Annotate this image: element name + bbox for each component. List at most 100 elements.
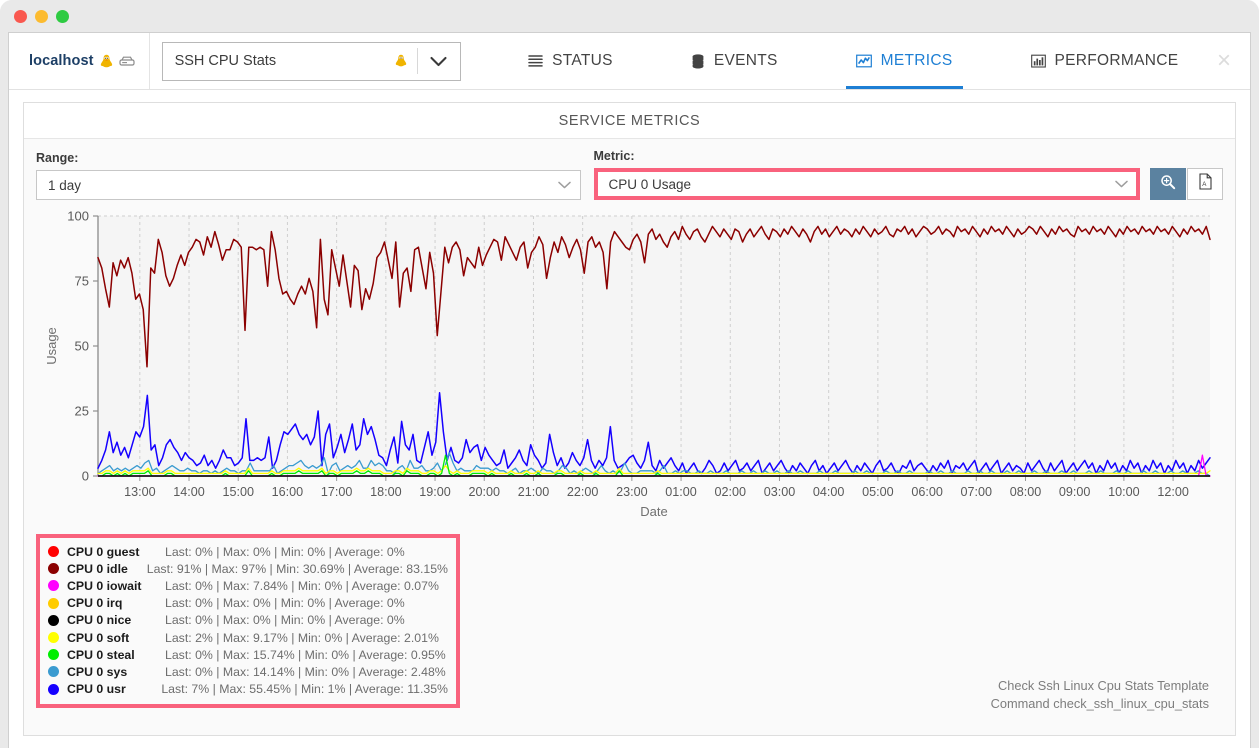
panel-body: Range: 1 day Metric: CPU 0 Usage A 13:00… [24, 139, 1235, 735]
app-header: localhost SSH CPU Stats STATUS EVENTS ME… [9, 33, 1250, 90]
window-maximize-dot[interactable] [56, 9, 69, 23]
y-tick-label: 50 [75, 339, 89, 354]
chart-action-buttons: A [1150, 168, 1223, 200]
tab-events[interactable]: EVENTS [681, 33, 788, 89]
metric-label: Metric: [593, 149, 635, 163]
chevron-down-icon[interactable] [418, 56, 460, 67]
x-tick-label: 15:00 [222, 485, 254, 499]
legend-color-swatch [48, 666, 59, 678]
y-tick-label: 0 [82, 469, 89, 484]
database-icon [691, 53, 705, 69]
x-tick-label: 19:00 [419, 485, 451, 499]
window-minimize-dot[interactable] [35, 9, 48, 23]
legend-series-stats: Last: 2% | Max: 9.17% | Min: 0% | Averag… [165, 630, 439, 645]
legend-series-name: CPU 0 sys [67, 664, 128, 679]
chart-legend: CPU 0 guest Last: 0% | Max: 0% | Min: 0% … [36, 534, 460, 708]
legend-item[interactable]: CPU 0 idle Last: 91% | Max: 97% | Min: 30… [48, 560, 448, 577]
x-tick-label: 17:00 [321, 485, 353, 499]
tab-metrics[interactable]: METRICS [845, 33, 963, 89]
range-control: Range: 1 day [36, 151, 581, 200]
footnote-template: Check Ssh Linux Cpu Stats Template [997, 677, 1209, 693]
metrics-chart[interactable]: 13:00 14:00 15:00 16:00 17:00 18:00 19:00 20:00… [36, 210, 1223, 530]
legend-series-stats: Last: 0% | Max: 14.14% | Min: 0% | Avera… [165, 664, 446, 679]
tux-linux-icon [395, 54, 417, 68]
host-block[interactable]: localhost [9, 33, 150, 89]
server-icon [118, 55, 135, 68]
legend-series-name: CPU 0 guest [67, 544, 140, 559]
metric-control: Metric: CPU 0 Usage [593, 149, 1140, 200]
tab-status-label: STATUS [552, 52, 613, 69]
window-close-dot[interactable] [14, 9, 27, 23]
y-tick-label: 25 [75, 404, 89, 419]
tab-metrics-label: METRICS [880, 52, 953, 69]
x-tick-label: 06:00 [911, 485, 943, 499]
tab-events-label: EVENTS [713, 52, 778, 69]
x-tick-label: 10:00 [1108, 485, 1140, 499]
range-label: Range: [36, 151, 79, 165]
tab-performance-label: PERFORMANCE [1054, 52, 1179, 69]
bar-chart-icon [1030, 54, 1046, 69]
metric-select[interactable]: CPU 0 Usage [593, 168, 1140, 200]
legend-series-stats: Last: 0% | Max: 7.84% | Min: 0% | Averag… [165, 578, 439, 593]
legend-item[interactable]: CPU 0 guest Last: 0% | Max: 0% | Min: 0% … [48, 543, 448, 560]
svg-text:A: A [1202, 181, 1207, 188]
x-tick-label: 21:00 [518, 485, 550, 499]
y-tick-label: 100 [67, 210, 89, 224]
legend-color-swatch [48, 597, 59, 609]
x-tick-label: 03:00 [764, 485, 796, 499]
export-pdf-button[interactable]: A [1187, 168, 1223, 200]
chevron-down-icon[interactable] [550, 181, 580, 189]
legend-item[interactable]: CPU 0 steal Last: 0% | Max: 15.74% | Min:… [48, 646, 448, 663]
app-viewport: localhost SSH CPU Stats STATUS EVENTS ME… [8, 32, 1251, 748]
x-axis-label: Date [640, 504, 667, 519]
legend-item[interactable]: CPU 0 usr Last: 7% | Max: 55.45% | Min: 1… [48, 681, 448, 698]
magnifier-plus-icon [1160, 174, 1176, 195]
y-axis-label: Usage [44, 327, 59, 365]
x-tick-label: 16:00 [272, 485, 304, 499]
panel-title: SERVICE METRICS [24, 103, 1235, 139]
tab-performance[interactable]: PERFORMANCE [1021, 33, 1189, 89]
legend-color-swatch [48, 649, 59, 661]
legend-series-name: CPU 0 soft [67, 630, 130, 645]
chevron-down-icon[interactable] [1106, 180, 1136, 188]
legend-color-swatch [48, 683, 59, 695]
x-tick-label: 12:00 [1157, 485, 1189, 499]
legend-item[interactable]: CPU 0 soft Last: 2% | Max: 9.17% | Min: 0… [48, 629, 448, 646]
list-lines-icon [528, 54, 543, 68]
legend-color-swatch [48, 580, 59, 592]
desktop: localhost SSH CPU Stats STATUS EVENTS ME… [0, 0, 1259, 748]
legend-color-swatch [48, 632, 59, 644]
x-tick-label: 02:00 [715, 485, 747, 499]
legend-series-stats: Last: 91% | Max: 97% | Min: 30.69% | Ave… [146, 561, 448, 576]
legend-color-swatch [48, 614, 59, 626]
x-tick-label: 18:00 [370, 485, 402, 499]
legend-item[interactable]: CPU 0 irq Last: 0% | Max: 0% | Min: 0% | … [48, 595, 448, 612]
zoom-button[interactable] [1150, 168, 1186, 200]
x-tick-label: 23:00 [616, 485, 648, 499]
tab-status[interactable]: STATUS [518, 33, 623, 89]
service-select[interactable]: SSH CPU Stats [161, 41, 461, 81]
legend-item[interactable]: CPU 0 sys Last: 0% | Max: 14.14% | Min: 0… [48, 663, 448, 680]
footnote-command: Command check_ssh_linux_cpu_stats [990, 696, 1209, 712]
template-footnote: Check Ssh Linux Cpu Stats Template Comma… [991, 677, 1209, 714]
legend-series-name: CPU 0 nice [67, 613, 132, 628]
legend-item[interactable]: CPU 0 iowait Last: 0% | Max: 7.84% | Min:… [48, 577, 448, 594]
x-tick-label: 05:00 [862, 485, 894, 499]
x-tick-label: 07:00 [961, 485, 993, 499]
x-tick-label: 09:00 [1059, 485, 1091, 499]
legend-item[interactable]: CPU 0 nice Last: 0% | Max: 0% | Min: 0% |… [48, 612, 448, 629]
service-select-value: SSH CPU Stats [174, 53, 277, 69]
legend-color-swatch [48, 546, 59, 558]
close-icon[interactable]: × [1198, 33, 1250, 89]
range-select[interactable]: 1 day [36, 170, 581, 200]
main-nav-tabs: STATUS EVENTS METRICS PERFORMANCE [461, 33, 1198, 89]
y-tick-label: 75 [75, 274, 89, 289]
host-name: localhost [29, 53, 94, 69]
legend-series-stats: Last: 0% | Max: 0% | Min: 0% | Average: … [165, 596, 405, 611]
legend-series-stats: Last: 0% | Max: 15.74% | Min: 0% | Avera… [165, 647, 446, 662]
x-tick-label: 22:00 [567, 485, 599, 499]
legend-series-name: CPU 0 steal [67, 647, 135, 662]
legend-color-swatch [48, 563, 59, 575]
tux-linux-icon [100, 54, 113, 69]
service-metrics-panel: SERVICE METRICS Range: 1 day Metric: CPU… [23, 102, 1236, 736]
